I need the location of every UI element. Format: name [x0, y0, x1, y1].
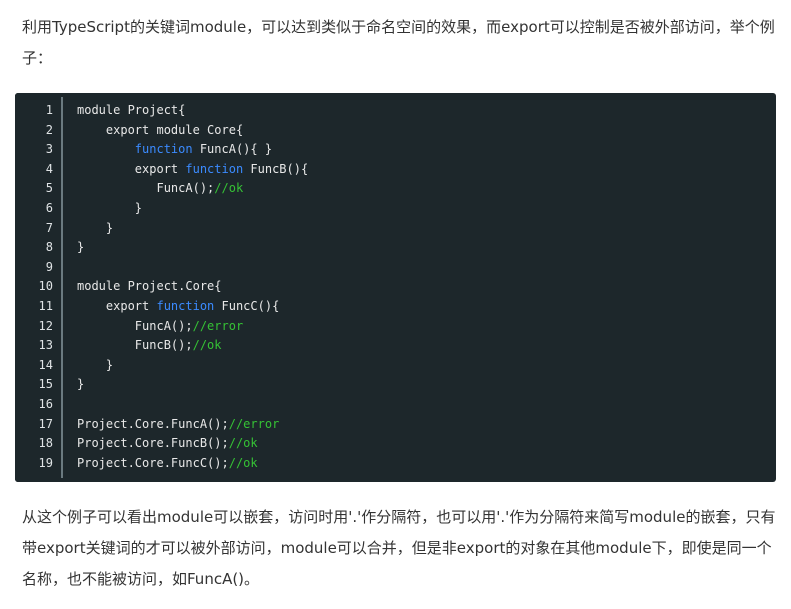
code-text: FuncC(){: [214, 298, 280, 313]
line-number: 3: [45, 142, 53, 157]
gutter-divider: [61, 97, 63, 478]
code-line: Project.Core.FuncA();//error: [77, 415, 308, 435]
line-number: 4: [45, 161, 53, 176]
code-line: }: [77, 375, 308, 395]
line-number: 2: [45, 122, 53, 137]
outro-paragraph: 从这个例子可以看出module可以嵌套，访问时用'.'作分隔符，也可以用'.'作…: [22, 508, 776, 588]
code-text: Project.Core.FuncA();: [77, 416, 229, 431]
code-content: module Project{ export module Core{ func…: [77, 101, 308, 473]
code-text: }: [77, 240, 85, 255]
code-text: export: [77, 298, 157, 313]
code-line: export function FuncC(){: [77, 297, 308, 317]
code-text: }: [77, 357, 114, 372]
code-text: FuncB(){: [243, 161, 309, 176]
code-comment: //ok: [228, 455, 258, 470]
code-keyword: function: [134, 142, 193, 157]
code-line: }: [77, 238, 308, 258]
code-text: module Project.Core{: [77, 279, 222, 294]
line-number: 17: [38, 416, 53, 431]
code-comment: //ok: [214, 181, 244, 196]
line-number: 9: [45, 259, 53, 274]
code-line: module Project.Core{: [77, 277, 308, 297]
code-line: }: [77, 199, 308, 219]
code-text: FuncA();: [77, 181, 215, 196]
code-line: export module Core{: [77, 121, 308, 141]
code-text: FuncA();: [77, 318, 193, 333]
code-line: module Project{: [77, 101, 308, 121]
code-text: export: [77, 161, 186, 176]
line-numbers: 1 2 3 4 5 6 7 8 9 10 11 12 13 14 15 16 17 18 19: [15, 101, 53, 473]
line-number: 7: [45, 220, 53, 235]
line-number: 11: [38, 298, 53, 313]
code-line: function FuncA(){ }: [77, 140, 308, 160]
code-line: }: [77, 356, 308, 376]
code-text: }: [77, 220, 114, 235]
intro-paragraph: 利用TypeScript的关键词module，可以达到类似于命名空间的效果，而e…: [22, 18, 775, 67]
code-text: FuncA(){ }: [192, 142, 273, 157]
code-text: Project.Core.FuncB();: [77, 436, 229, 451]
code-block: 1 2 3 4 5 6 7 8 9 10 11 12 13 14 15 16 17 18 19 module Pro…: [15, 93, 776, 482]
code-line: Project.Core.FuncC();//ok: [77, 454, 308, 474]
line-number: 6: [45, 200, 53, 215]
line-number: 1: [45, 103, 53, 117]
line-number: 8: [45, 240, 53, 255]
code-comment: //error: [228, 416, 280, 431]
code-line: FuncA();//error: [77, 317, 308, 337]
code-keyword: function: [156, 298, 215, 313]
code-text: }: [77, 200, 143, 215]
line-number-gutter: 1 2 3 4 5 6 7 8 9 10 11 12 13 14 15 16 17 18 19: [15, 93, 60, 482]
line-number: 13: [38, 338, 53, 353]
line-number: 19: [38, 455, 53, 470]
code-line: FuncA();//ok: [77, 179, 308, 199]
code-comment: //ok: [192, 338, 222, 353]
line-number: 5: [45, 181, 53, 196]
line-number: 10: [38, 279, 53, 294]
code-text: Project.Core.FuncC();: [77, 455, 229, 470]
code-line: Project.Core.FuncB();//ok: [77, 434, 308, 454]
line-number: 14: [38, 357, 53, 372]
code-keyword: function: [185, 161, 244, 176]
code-line: }: [77, 219, 308, 239]
code-line: FuncB();//ok: [77, 336, 308, 356]
line-number: 12: [38, 318, 53, 333]
code-text: FuncB();: [77, 338, 193, 353]
code-line: export function FuncB(){: [77, 160, 308, 180]
code-text: module Project{: [77, 103, 186, 117]
code-text: export module Core{: [77, 122, 244, 137]
code-comment: //error: [192, 318, 244, 333]
code-text: }: [77, 377, 85, 392]
line-number: 16: [38, 396, 53, 411]
line-number: 15: [38, 377, 53, 392]
line-number: 18: [38, 436, 53, 451]
code-comment: //ok: [228, 436, 258, 451]
